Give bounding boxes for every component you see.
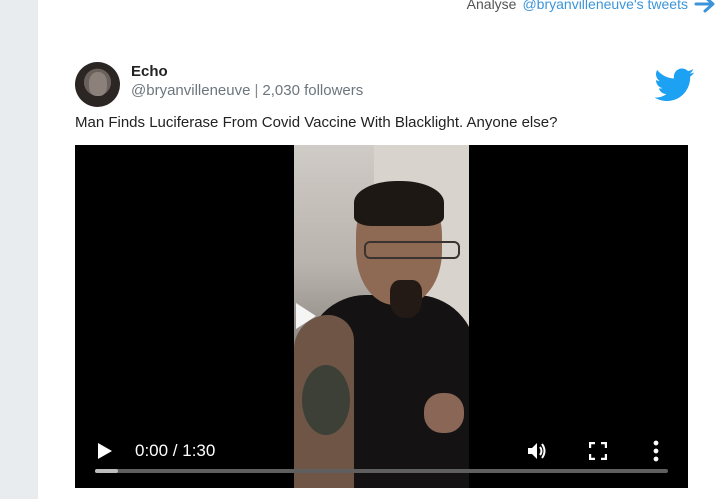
tweet-header: Echo @bryanvilleneuve | 2,030 followers xyxy=(75,62,695,110)
seek-progress xyxy=(95,469,118,473)
seek-bar[interactable] xyxy=(95,469,668,473)
video-controls: 0:00 / 1:30 xyxy=(75,428,688,488)
fullscreen-icon[interactable] xyxy=(589,442,607,460)
twitter-bird-icon[interactable] xyxy=(655,68,695,102)
analyse-handle[interactable]: @bryanvilleneuve's tweets xyxy=(522,0,688,12)
tweet-text: Man Finds Luciferase From Covid Vaccine … xyxy=(75,114,558,131)
author-name[interactable]: Echo xyxy=(131,63,168,80)
video-player[interactable]: 0:00 / 1:30 xyxy=(75,145,688,488)
analyse-tweets-link[interactable]: Analyse @bryanvilleneuve's tweets xyxy=(467,0,716,14)
meta-separator: | xyxy=(254,82,259,99)
author-meta: @bryanvilleneuve | 2,030 followers xyxy=(131,82,363,99)
tweet-card: Analyse @bryanvilleneuve's tweets Echo @… xyxy=(38,0,726,499)
big-play-icon[interactable] xyxy=(293,300,319,332)
play-icon[interactable] xyxy=(97,442,113,460)
analyse-prefix: Analyse xyxy=(466,0,517,12)
arrow-right-icon[interactable] xyxy=(694,0,716,13)
volume-icon[interactable] xyxy=(526,440,548,462)
time-display: 0:00 / 1:30 xyxy=(135,441,216,460)
author-handle[interactable]: @bryanvilleneuve xyxy=(131,82,250,99)
follower-count: 2,030 followers xyxy=(262,82,364,99)
avatar[interactable] xyxy=(75,62,120,107)
more-vertical-icon[interactable] xyxy=(651,440,661,462)
